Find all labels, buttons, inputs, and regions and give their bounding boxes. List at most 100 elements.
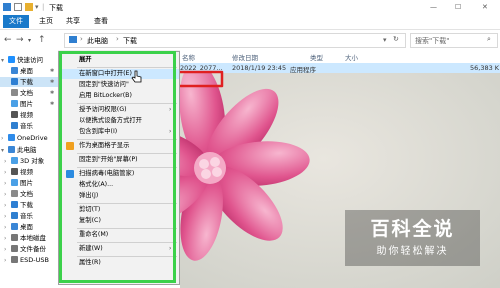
tab-file[interactable]: 文件	[3, 15, 29, 28]
sidebar-item[interactable]: › 桌面	[0, 222, 58, 232]
menu-item[interactable]: 固定到"快速访问"	[59, 80, 179, 90]
address-dropdown-icon[interactable]: ▾	[383, 36, 387, 44]
quick-access-toolbar-icon[interactable]	[3, 3, 11, 11]
breadcrumb-chevron-icon: ›	[116, 35, 119, 43]
menu-item-label: 固定到"快速访问"	[79, 81, 129, 88]
back-arrow-icon[interactable]: ←	[4, 35, 12, 45]
menu-item[interactable]: 属性(R)	[59, 258, 179, 268]
document-icon	[11, 89, 18, 96]
menu-item[interactable]: 以便携式设备方式打开	[59, 116, 179, 126]
search-input[interactable]: 搜索"下载" ⌕	[410, 33, 498, 48]
menu-item[interactable]: 展开	[59, 55, 179, 65]
sidebar-item[interactable]: › 文档	[0, 189, 58, 199]
close-button[interactable]: ✕	[482, 3, 488, 11]
sidebar-item[interactable]: ▾ 快速访问	[0, 55, 58, 65]
menu-item[interactable]: 授予访问权限(G) ›	[59, 105, 179, 115]
sidebar-item[interactable]: 音乐	[0, 121, 58, 131]
menu-item[interactable]: 包含到库中(I) ›	[59, 127, 179, 137]
file-row[interactable]: 2022_2077... 2018/1/19 23:45 应用程序 56,383…	[180, 63, 500, 74]
sidebar-item[interactable]: 下载 ✱	[0, 77, 58, 87]
pin-icon: ✱	[50, 90, 55, 96]
menu-item-label: 格式化(A)...	[79, 181, 114, 188]
sidebar-item[interactable]: › 图片	[0, 178, 58, 188]
menu-item[interactable]: 在新窗口中打开(E)	[59, 69, 179, 79]
tab-view[interactable]: 查看	[88, 15, 114, 28]
minimize-button[interactable]: —	[430, 3, 437, 11]
forward-arrow-icon[interactable]: →	[16, 35, 24, 45]
menu-item[interactable]: 启用 BitLocker(B)	[59, 91, 179, 101]
tab-home[interactable]: 主页	[33, 15, 59, 28]
sidebar-item[interactable]: 图片 ✱	[0, 99, 58, 109]
menu-item-label: 复制(C)	[79, 217, 101, 224]
menu-item-label: 固定到"开始"屏幕(P)	[79, 156, 138, 163]
folder-icon[interactable]	[25, 3, 33, 11]
sidebar-item[interactable]: 视频	[0, 110, 58, 120]
video-icon	[11, 111, 18, 118]
column-size[interactable]: 大小	[345, 52, 358, 62]
sidebar-item[interactable]: 桌面 ✱	[0, 66, 58, 76]
checkbox-icon[interactable]	[14, 3, 22, 11]
sidebar-item-label: 视频	[20, 168, 33, 176]
expander-chevron-icon[interactable]: ›	[4, 179, 11, 189]
quick-access-dropdown[interactable]: ▾	[35, 3, 39, 11]
maximize-button[interactable]: ☐	[455, 3, 461, 11]
menu-item-label: 剪切(T)	[79, 206, 101, 213]
menu-separator	[77, 242, 177, 243]
sidebar-item[interactable]: ▾ 此电脑	[0, 145, 58, 155]
sidebar-item[interactable]: › OneDrive	[0, 133, 58, 143]
menu-item[interactable]: 重命名(M)	[59, 230, 179, 240]
tab-share[interactable]: 共享	[60, 15, 86, 28]
computer-icon	[8, 146, 15, 153]
expander-chevron-icon[interactable]: ›	[4, 234, 11, 244]
menu-item[interactable]: 固定到"开始"屏幕(P)	[59, 155, 179, 165]
menu-separator	[77, 167, 177, 168]
recent-dropdown-icon[interactable]: ▾	[28, 37, 31, 44]
shield-icon	[66, 170, 74, 178]
cube-icon	[11, 157, 18, 164]
submenu-chevron-icon: ›	[169, 245, 172, 252]
sidebar-item[interactable]: › 本地磁盘	[0, 233, 58, 243]
music-icon	[11, 122, 18, 129]
menu-item[interactable]: 弹出(J)	[59, 191, 179, 201]
sidebar-item-label: OneDrive	[17, 134, 48, 142]
expander-chevron-icon[interactable]: ›	[1, 134, 8, 144]
sidebar-item[interactable]: › 3D 对象	[0, 156, 58, 166]
expander-chevron-icon[interactable]: ›	[4, 168, 11, 178]
column-date[interactable]: 修改日期	[232, 52, 258, 62]
music-icon	[11, 212, 18, 219]
sidebar-item-label: 本地磁盘	[20, 234, 46, 242]
up-arrow-icon[interactable]: ↑	[38, 35, 46, 45]
breadcrumb-this-pc[interactable]: 此电脑	[87, 36, 108, 46]
menu-item[interactable]: 新建(W) ›	[59, 244, 179, 254]
sidebar-item[interactable]: › 文件备份	[0, 244, 58, 254]
sidebar-item[interactable]: › 下载	[0, 200, 58, 210]
menu-item[interactable]: 复制(C)	[59, 216, 179, 226]
menu-item[interactable]: 作为桌面格子显示	[59, 141, 179, 151]
column-type[interactable]: 类型	[310, 52, 323, 62]
expander-chevron-icon[interactable]: ▾	[1, 146, 8, 156]
expander-chevron-icon[interactable]: ›	[4, 212, 11, 222]
sidebar-item[interactable]: › 视频	[0, 167, 58, 177]
breadcrumb-downloads[interactable]: 下载	[123, 36, 137, 46]
expander-chevron-icon[interactable]: ›	[4, 201, 11, 211]
expander-chevron-icon[interactable]: ›	[4, 223, 11, 233]
expander-chevron-icon[interactable]: ›	[4, 256, 11, 266]
expander-chevron-icon[interactable]: ›	[4, 190, 11, 200]
sidebar-item-label: 3D 对象	[20, 157, 45, 165]
expander-chevron-icon[interactable]: ▾	[1, 56, 8, 66]
sidebar-item[interactable]: › ESD-USB	[0, 255, 58, 265]
sidebar-item[interactable]: 文档 ✱	[0, 88, 58, 98]
expander-chevron-icon[interactable]: ›	[4, 157, 11, 167]
menu-item[interactable]: 剪切(T)	[59, 205, 179, 215]
address-input[interactable]: › 此电脑 › 下载 ▾ ↻	[64, 33, 406, 48]
menu-separator	[77, 228, 177, 229]
sidebar-item[interactable]: › 音乐	[0, 211, 58, 221]
expander-chevron-icon[interactable]: ›	[4, 245, 11, 255]
desktop-icon	[11, 223, 18, 230]
menu-item[interactable]: 扫描病毒(电脑管家)	[59, 169, 179, 179]
refresh-icon[interactable]: ↻	[393, 35, 399, 43]
menu-item[interactable]: 格式化(A)...	[59, 180, 179, 190]
menu-separator	[77, 103, 177, 104]
usb-icon	[11, 256, 18, 263]
submenu-chevron-icon: ›	[169, 106, 172, 113]
